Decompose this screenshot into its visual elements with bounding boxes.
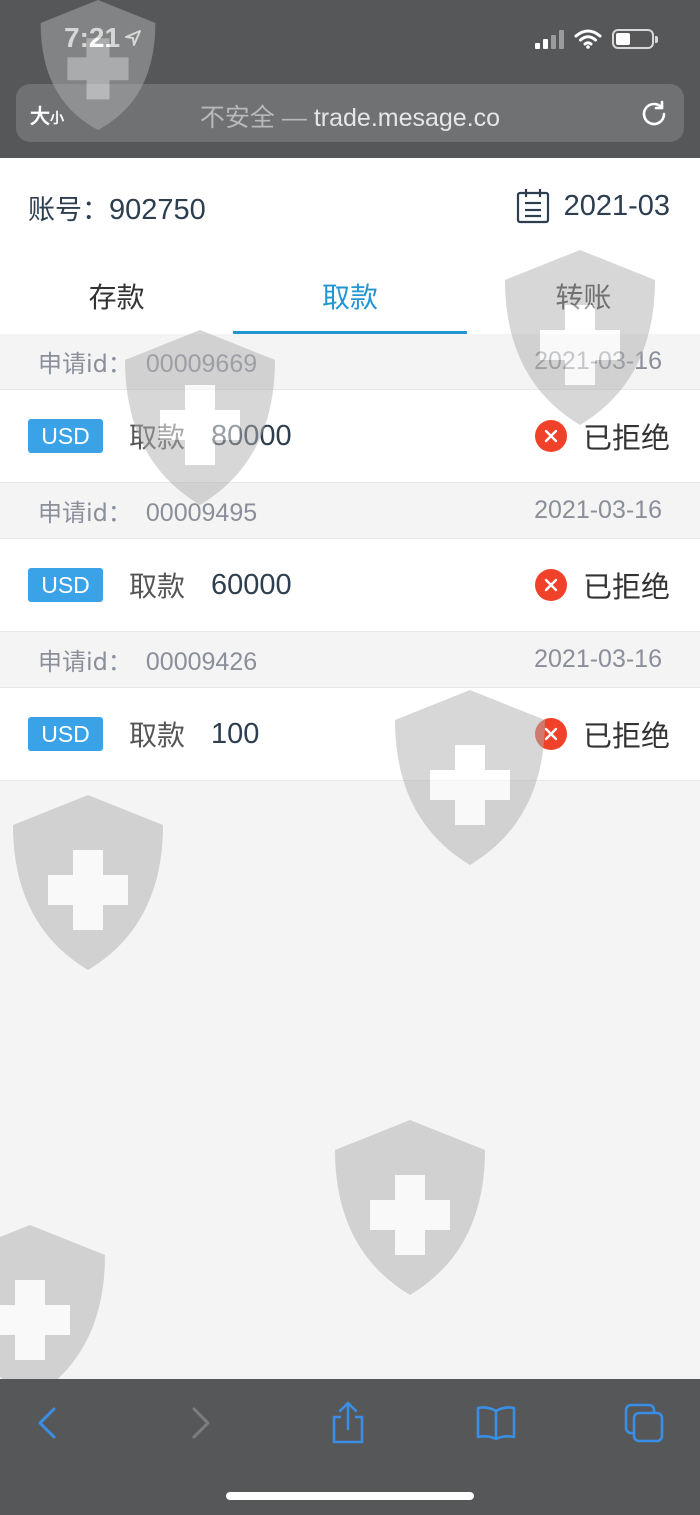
watermark-shield-icon bbox=[335, 1120, 485, 1295]
tab-withdraw[interactable]: 取款 bbox=[233, 246, 467, 334]
location-arrow-icon bbox=[125, 30, 141, 46]
tabs-icon[interactable] bbox=[622, 1401, 666, 1445]
request-id-label: 申请id： bbox=[38, 499, 132, 527]
account-label: 账号： bbox=[28, 195, 109, 226]
battery-icon bbox=[612, 29, 658, 49]
status-label: 已拒绝 bbox=[582, 719, 670, 753]
request-header: 申请id： 00009495 2021-03-16 bbox=[0, 483, 700, 539]
back-chevron-icon[interactable] bbox=[26, 1401, 70, 1445]
tab-deposit[interactable]: 存款 bbox=[0, 246, 233, 334]
bookmarks-book-icon[interactable] bbox=[474, 1401, 518, 1445]
selected-month: 2021-03 bbox=[563, 189, 670, 222]
status-label: 已拒绝 bbox=[582, 570, 670, 604]
request-date: 2021-03-16 bbox=[534, 347, 662, 375]
request-amount: 60000 bbox=[211, 568, 292, 601]
address-bar[interactable]: 大小 不安全 — trade.mesage.co bbox=[16, 84, 684, 142]
account-info: 账号：902750 bbox=[28, 188, 206, 227]
month-picker[interactable]: 2021-03 bbox=[516, 188, 670, 224]
url-text[interactable]: 不安全 — trade.mesage.co bbox=[16, 98, 684, 134]
request-amount: 100 bbox=[211, 717, 260, 750]
status-time: 7:21 bbox=[64, 22, 121, 53]
request-amount: 80000 bbox=[211, 419, 292, 452]
watermark-shield-icon bbox=[0, 1225, 105, 1385]
request-id-label: 申请id： bbox=[38, 350, 132, 378]
request-date: 2021-03-16 bbox=[534, 496, 662, 524]
tab-bar: 存款 取款 转账 bbox=[0, 246, 700, 334]
request-id: 00009495 bbox=[145, 499, 258, 527]
request-status: 已拒绝 bbox=[534, 415, 670, 457]
rejected-x-icon bbox=[534, 718, 567, 750]
currency-badge: USD bbox=[28, 568, 103, 602]
request-type: 取款 bbox=[129, 421, 186, 454]
status-bar: 7:21 bbox=[0, 0, 700, 80]
share-icon[interactable] bbox=[326, 1401, 370, 1445]
browser-chrome-top: 7:21 大小 不安全 — trade.mesage.co bbox=[0, 0, 700, 158]
calendar-icon bbox=[516, 189, 549, 224]
request-id: 00009669 bbox=[145, 350, 258, 378]
cellular-signal-icon bbox=[535, 29, 564, 49]
reload-icon[interactable] bbox=[640, 99, 668, 127]
request-type: 取款 bbox=[129, 719, 186, 752]
currency-badge: USD bbox=[28, 419, 103, 453]
request-id: 00009426 bbox=[145, 648, 258, 676]
request-status: 已拒绝 bbox=[534, 564, 670, 606]
security-warning: 不安全 bbox=[199, 104, 275, 132]
request-header: 申请id： 00009426 2021-03-16 bbox=[0, 632, 700, 688]
account-number: 902750 bbox=[109, 194, 206, 226]
forward-chevron-icon[interactable] bbox=[178, 1401, 222, 1445]
status-icons bbox=[535, 29, 658, 49]
request-id-label: 申请id： bbox=[38, 648, 132, 676]
wifi-icon bbox=[574, 29, 602, 49]
browser-toolbar bbox=[0, 1379, 700, 1515]
rejected-x-icon bbox=[534, 420, 567, 452]
list-item[interactable]: USD 取款 60000 已拒绝 bbox=[0, 539, 700, 632]
list-item[interactable]: USD 取款 80000 已拒绝 bbox=[0, 390, 700, 483]
withdrawal-list: 申请id： 00009669 2021-03-16 USD 取款 80000 已拒… bbox=[0, 334, 700, 781]
domain-text: trade.mesage.co bbox=[313, 104, 501, 132]
page-header: 账号：902750 2021-03 存款 取款 转账 bbox=[0, 158, 700, 334]
currency-badge: USD bbox=[28, 717, 103, 751]
request-type: 取款 bbox=[129, 570, 186, 603]
rejected-x-icon bbox=[534, 569, 567, 601]
request-status: 已拒绝 bbox=[534, 713, 670, 755]
request-header: 申请id： 00009669 2021-03-16 bbox=[0, 334, 700, 390]
list-item[interactable]: USD 取款 100 已拒绝 bbox=[0, 688, 700, 781]
request-date: 2021-03-16 bbox=[534, 645, 662, 673]
status-label: 已拒绝 bbox=[582, 421, 670, 455]
tab-transfer[interactable]: 转账 bbox=[467, 246, 700, 334]
home-indicator[interactable] bbox=[226, 1492, 474, 1500]
watermark-shield-icon bbox=[13, 795, 163, 970]
